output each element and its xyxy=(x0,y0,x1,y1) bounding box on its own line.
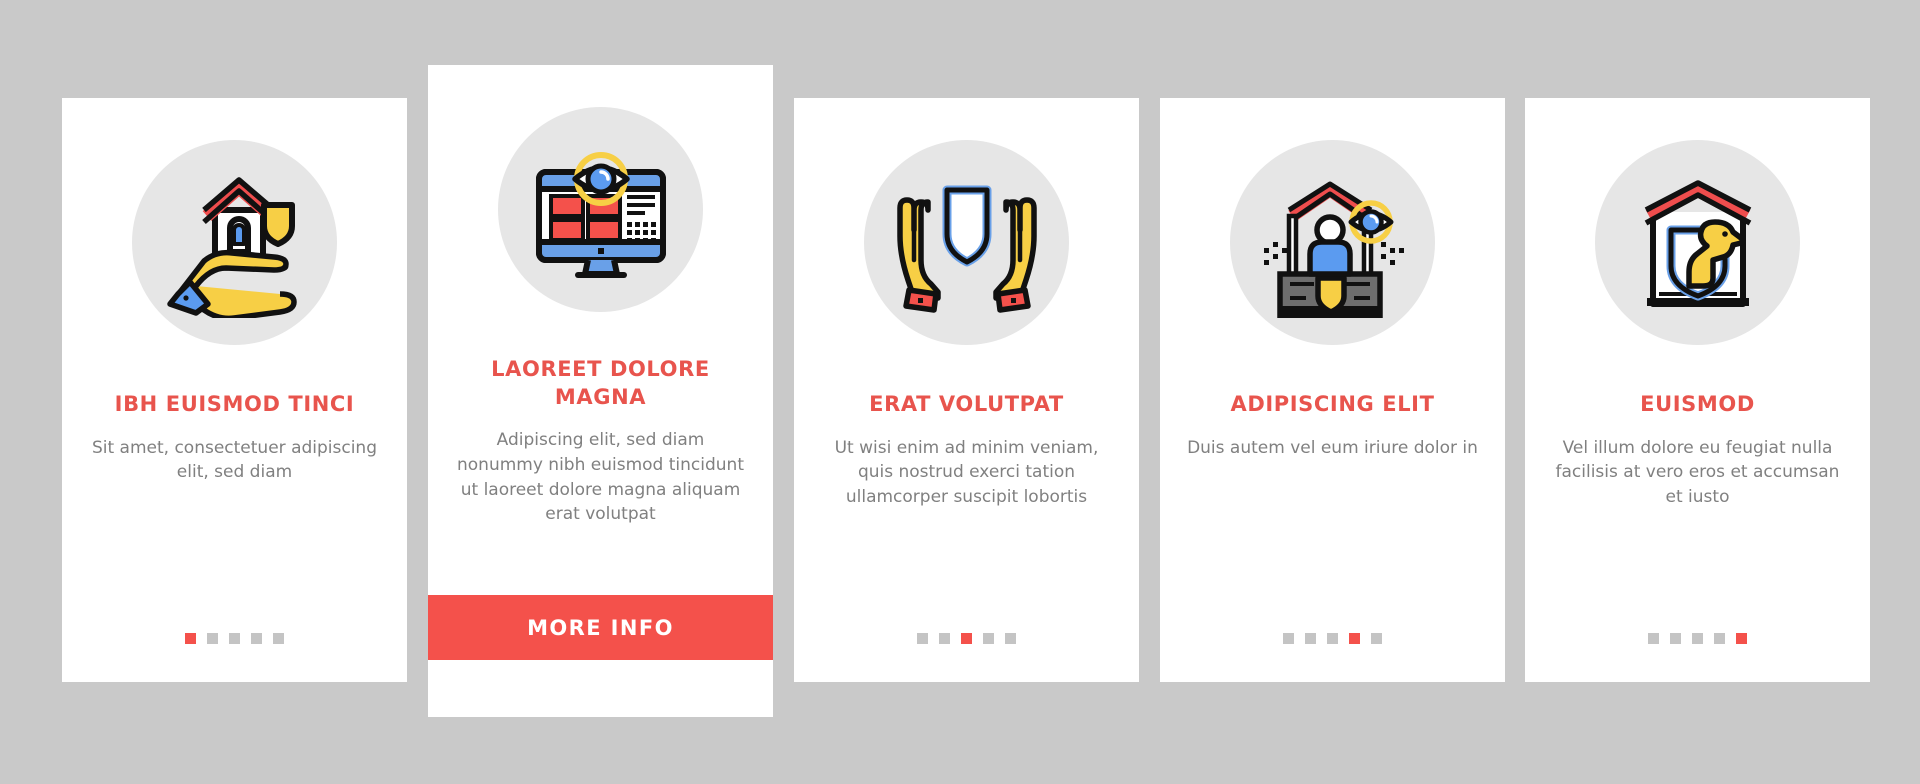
onboarding-card-4[interactable]: ADIPISCING ELIT Duis autem vel eum iriur… xyxy=(1160,98,1505,682)
pagination-dot[interactable] xyxy=(1305,633,1316,644)
person-under-roof-surveillance-icon xyxy=(1230,140,1435,345)
onboarding-card-2[interactable]: LAOREET DOLORE MAGNA Adipiscing elit, se… xyxy=(428,65,773,717)
pagination-dot[interactable] xyxy=(917,633,928,644)
card-title: IBH EUISMOD TINCI xyxy=(114,392,355,416)
pagination-dot[interactable] xyxy=(1670,633,1681,644)
card-title: LAOREET DOLORE MAGNA xyxy=(491,357,710,409)
pagination-dot[interactable] xyxy=(983,633,994,644)
card-footer-spacer xyxy=(428,660,773,717)
pagination-dot[interactable] xyxy=(273,633,284,644)
pagination-dot[interactable] xyxy=(1349,633,1360,644)
onboarding-screens-board: IBH EUISMOD TINCI Sit amet, consectetuer… xyxy=(0,0,1920,784)
pagination-dots[interactable] xyxy=(917,633,1016,644)
pagination-dots[interactable] xyxy=(1648,633,1747,644)
pagination-dot[interactable] xyxy=(185,633,196,644)
card-body: Sit amet, consectetuer adipiscing elit, … xyxy=(91,437,378,483)
pagination-dot[interactable] xyxy=(1736,633,1747,644)
onboarding-card-3[interactable]: ERAT VOLUTPAT Ut wisi enim ad minim veni… xyxy=(794,98,1139,682)
pagination-dot[interactable] xyxy=(1692,633,1703,644)
card-title: ADIPISCING ELIT xyxy=(1230,392,1435,416)
pagination-dot[interactable] xyxy=(207,633,218,644)
hand-holding-house-shield-icon xyxy=(132,140,337,345)
card-body: Vel illum dolore eu feugiat nulla facili… xyxy=(1555,437,1840,507)
pagination-dot[interactable] xyxy=(1283,633,1294,644)
pagination-dot[interactable] xyxy=(961,633,972,644)
pagination-dot[interactable] xyxy=(229,633,240,644)
onboarding-card-1[interactable]: IBH EUISMOD TINCI Sit amet, consectetuer… xyxy=(62,98,407,682)
card-title: ERAT VOLUTPAT xyxy=(869,392,1064,416)
pagination-dot[interactable] xyxy=(251,633,262,644)
pagination-dot[interactable] xyxy=(1371,633,1382,644)
pagination-dot[interactable] xyxy=(939,633,950,644)
more-info-button[interactable]: MORE INFO xyxy=(428,595,773,660)
onboarding-card-5[interactable]: EUISMOD Vel illum dolore eu feugiat null… xyxy=(1525,98,1870,682)
pagination-dot[interactable] xyxy=(1327,633,1338,644)
monitor-surveillance-eye-icon xyxy=(498,107,703,312)
pagination-dot[interactable] xyxy=(1714,633,1725,644)
card-body: Adipiscing elit, sed diam nonummy nibh e… xyxy=(457,430,744,525)
hands-protecting-shield-icon xyxy=(864,140,1069,345)
pagination-dots[interactable] xyxy=(1283,633,1382,644)
house-shield-guard-dog-icon xyxy=(1595,140,1800,345)
pagination-dot[interactable] xyxy=(1005,633,1016,644)
card-body: Duis autem vel eum iriure dolor in xyxy=(1187,437,1478,458)
pagination-dots[interactable] xyxy=(185,633,284,644)
pagination-dot[interactable] xyxy=(1648,633,1659,644)
card-title: EUISMOD xyxy=(1640,392,1755,416)
card-body: Ut wisi enim ad minim veniam, quis nostr… xyxy=(834,437,1099,507)
